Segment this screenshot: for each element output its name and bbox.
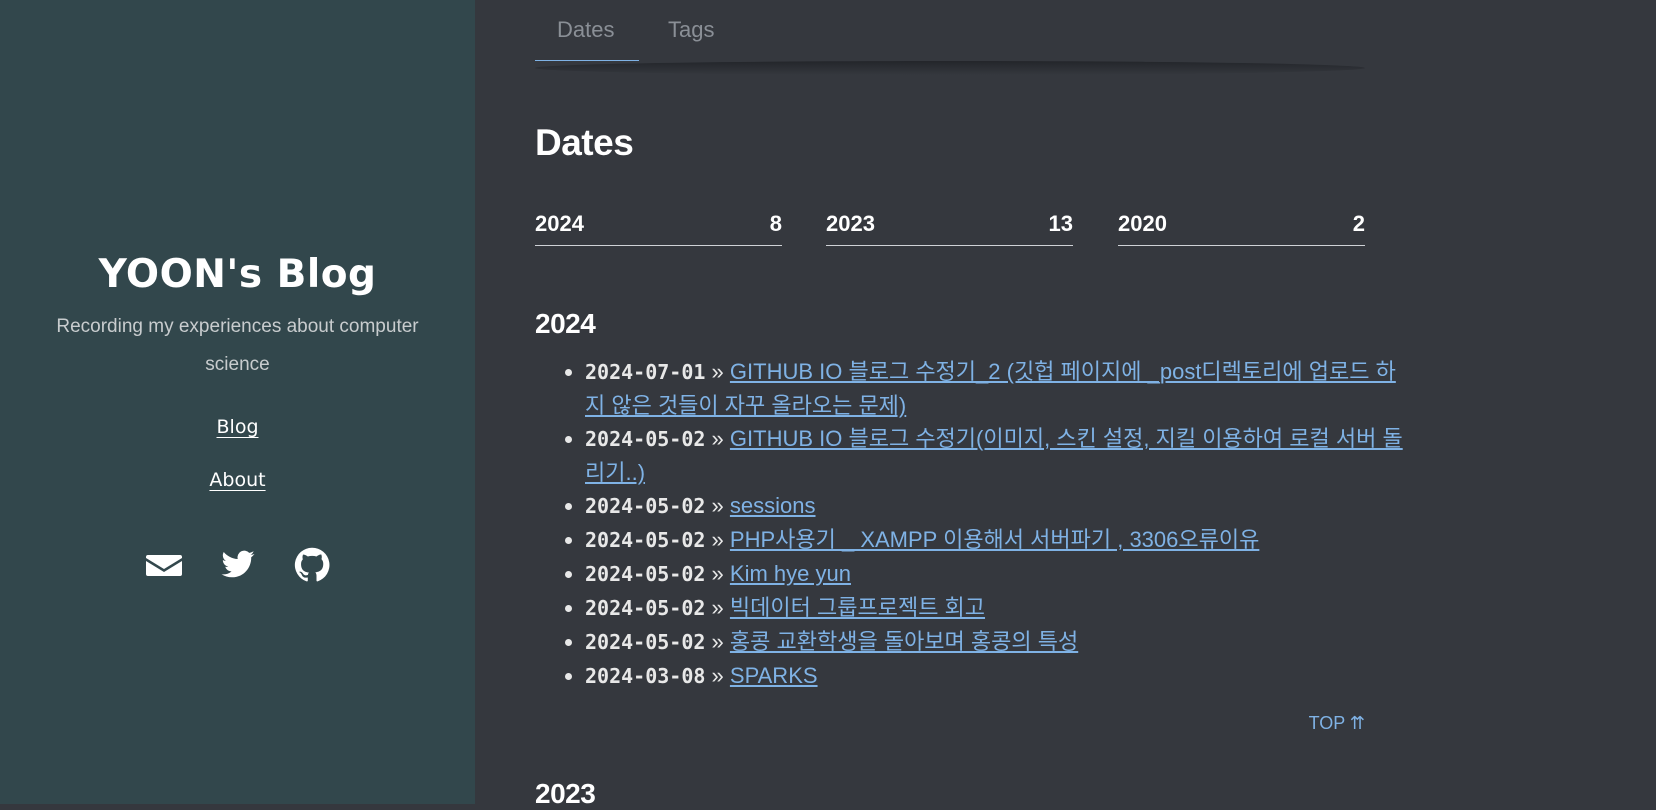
year-count: 2: [1352, 211, 1365, 236]
year-link-2024[interactable]: 2024 8: [535, 209, 782, 246]
list-item: 2024-05-02 » sessions: [585, 489, 1415, 523]
github-icon[interactable]: [294, 547, 330, 583]
post-date: 2024-05-02: [585, 494, 706, 518]
list-item: 2024-05-02 » Kim hye yun: [585, 557, 1415, 591]
post-date: 2024-05-02: [585, 630, 706, 654]
post-link[interactable]: SPARKS: [730, 663, 818, 688]
section-title-2023: 2023: [535, 778, 596, 809]
post-link[interactable]: 빅데이터 그룹프로젝트 회고: [730, 595, 985, 620]
post-link[interactable]: 홍콩 교환학생을 돌아보며 홍콩의 특성: [730, 629, 1078, 654]
post-date: 2024-05-02: [585, 528, 706, 552]
tab-dates[interactable]: Dates: [557, 17, 614, 43]
sidebar: YOON's Blog Recording my experiences abo…: [0, 0, 475, 804]
site-description: Recording my experiences about computer …: [56, 316, 419, 375]
list-item: 2024-07-01 » GITHUB IO 블로그 수정기_2 (깃헙 페이지…: [585, 355, 1415, 422]
main-content: Dates Tags Dates 2024 8 2023 13 2020 2 2…: [535, 0, 1403, 809]
sidebar-nav: Blog About: [0, 412, 475, 518]
post-link[interactable]: GITHUB IO 블로그 수정기(이미지, 스킨 설정, 지킬 이용하여 로컬…: [585, 426, 1403, 485]
year-link-2023[interactable]: 2023 13: [826, 209, 1073, 246]
post-date: 2024-05-02: [585, 427, 706, 451]
post-date: 2024-03-08: [585, 664, 706, 688]
nav-about-link[interactable]: About: [0, 465, 475, 518]
site-title[interactable]: YOON's Blog: [0, 252, 475, 297]
tab-bar-shadow: [535, 61, 1365, 75]
year-count: 8: [769, 211, 782, 236]
list-item: 2024-03-08 » SPARKS: [585, 659, 1415, 693]
section-title-2024: 2024: [535, 308, 596, 339]
post-date: 2024-07-01: [585, 360, 706, 384]
year-label: 2020: [1118, 211, 1167, 236]
post-link[interactable]: Kim hye yun: [730, 561, 851, 586]
envelope-icon[interactable]: [145, 547, 182, 583]
post-link[interactable]: GITHUB IO 블로그 수정기_2 (깃헙 페이지에 _post디렉토리에 …: [585, 359, 1396, 418]
back-to-top-link[interactable]: TOP ⇈: [1309, 713, 1365, 734]
post-list: 2024-07-01 » GITHUB IO 블로그 수정기_2 (깃헙 페이지…: [535, 355, 1415, 693]
list-item: 2024-05-02 » GITHUB IO 블로그 수정기(이미지, 스킨 설…: [585, 422, 1415, 489]
list-item: 2024-05-02 » PHP사용기 _ XAMPP 이용해서 서버파기 , …: [585, 523, 1415, 557]
year-label: 2024: [535, 211, 584, 236]
year-link-2020[interactable]: 2020 2: [1118, 209, 1365, 246]
year-label: 2023: [826, 211, 875, 236]
year-count: 13: [1048, 211, 1073, 236]
post-link[interactable]: PHP사용기 _ XAMPP 이용해서 서버파기 , 3306오류이유: [730, 527, 1259, 552]
nav-blog-link[interactable]: Blog: [0, 412, 475, 465]
list-item: 2024-05-02 » 홍콩 교환학생을 돌아보며 홍콩의 특성: [585, 625, 1415, 659]
page-title: Dates: [535, 122, 634, 163]
social-links: [0, 547, 475, 583]
post-date: 2024-05-02: [585, 596, 706, 620]
tab-tags[interactable]: Tags: [668, 17, 714, 43]
post-date: 2024-05-02: [585, 562, 706, 586]
list-item: 2024-05-02 » 빅데이터 그룹프로젝트 회고: [585, 591, 1415, 625]
post-link[interactable]: sessions: [730, 493, 816, 518]
tab-bar: Dates Tags: [535, 0, 1365, 75]
active-tab-indicator: [535, 60, 639, 61]
twitter-icon[interactable]: [220, 547, 256, 583]
